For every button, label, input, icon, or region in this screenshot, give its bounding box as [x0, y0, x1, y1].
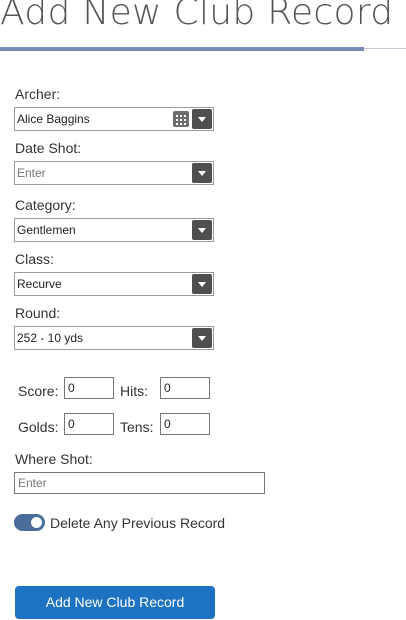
category-select[interactable]: Gentlemen [14, 218, 214, 242]
round-label: Round: [15, 305, 61, 321]
date-shot-label: Date Shot: [15, 140, 82, 156]
chevron-down-icon[interactable] [192, 274, 212, 294]
where-shot-label: Where Shot: [15, 451, 93, 467]
golds-input[interactable] [64, 413, 114, 435]
archer-select[interactable]: Alice Baggins [14, 107, 214, 131]
chevron-down-icon[interactable] [192, 328, 212, 348]
hits-input[interactable] [160, 377, 210, 399]
title-underline-tail [364, 48, 406, 49]
add-new-club-record-button[interactable]: Add New Club Record [15, 586, 215, 619]
round-select[interactable]: 252 - 10 yds [14, 326, 214, 350]
class-select[interactable]: Recurve [14, 272, 214, 296]
category-label: Category: [15, 197, 76, 213]
hits-label: Hits: [120, 383, 148, 399]
grid-picker-icon[interactable] [173, 111, 189, 127]
golds-label: Golds: [18, 419, 59, 435]
score-label: Score: [18, 383, 59, 399]
chevron-down-icon[interactable] [192, 109, 212, 129]
delete-previous-toggle[interactable] [14, 514, 45, 531]
where-shot-input[interactable] [14, 472, 265, 494]
archer-value: Alice Baggins [17, 112, 90, 126]
date-shot-field[interactable]: Enter [14, 161, 214, 185]
class-value: Recurve [17, 277, 62, 291]
archer-label: Archer: [15, 86, 61, 102]
chevron-down-icon[interactable] [192, 163, 212, 183]
delete-previous-label: Delete Any Previous Record [50, 515, 226, 531]
chevron-down-icon[interactable] [192, 220, 212, 240]
toggle-knob [31, 517, 42, 528]
category-value: Gentlemen [17, 223, 76, 237]
tens-input[interactable] [160, 413, 210, 435]
class-label: Class: [15, 251, 54, 267]
tens-label: Tens: [120, 419, 154, 435]
date-shot-placeholder: Enter [17, 166, 46, 180]
title-underline [0, 47, 364, 51]
score-input[interactable] [64, 377, 114, 399]
page-title: Add New Club Record [0, 0, 394, 33]
round-value: 252 - 10 yds [17, 331, 84, 345]
